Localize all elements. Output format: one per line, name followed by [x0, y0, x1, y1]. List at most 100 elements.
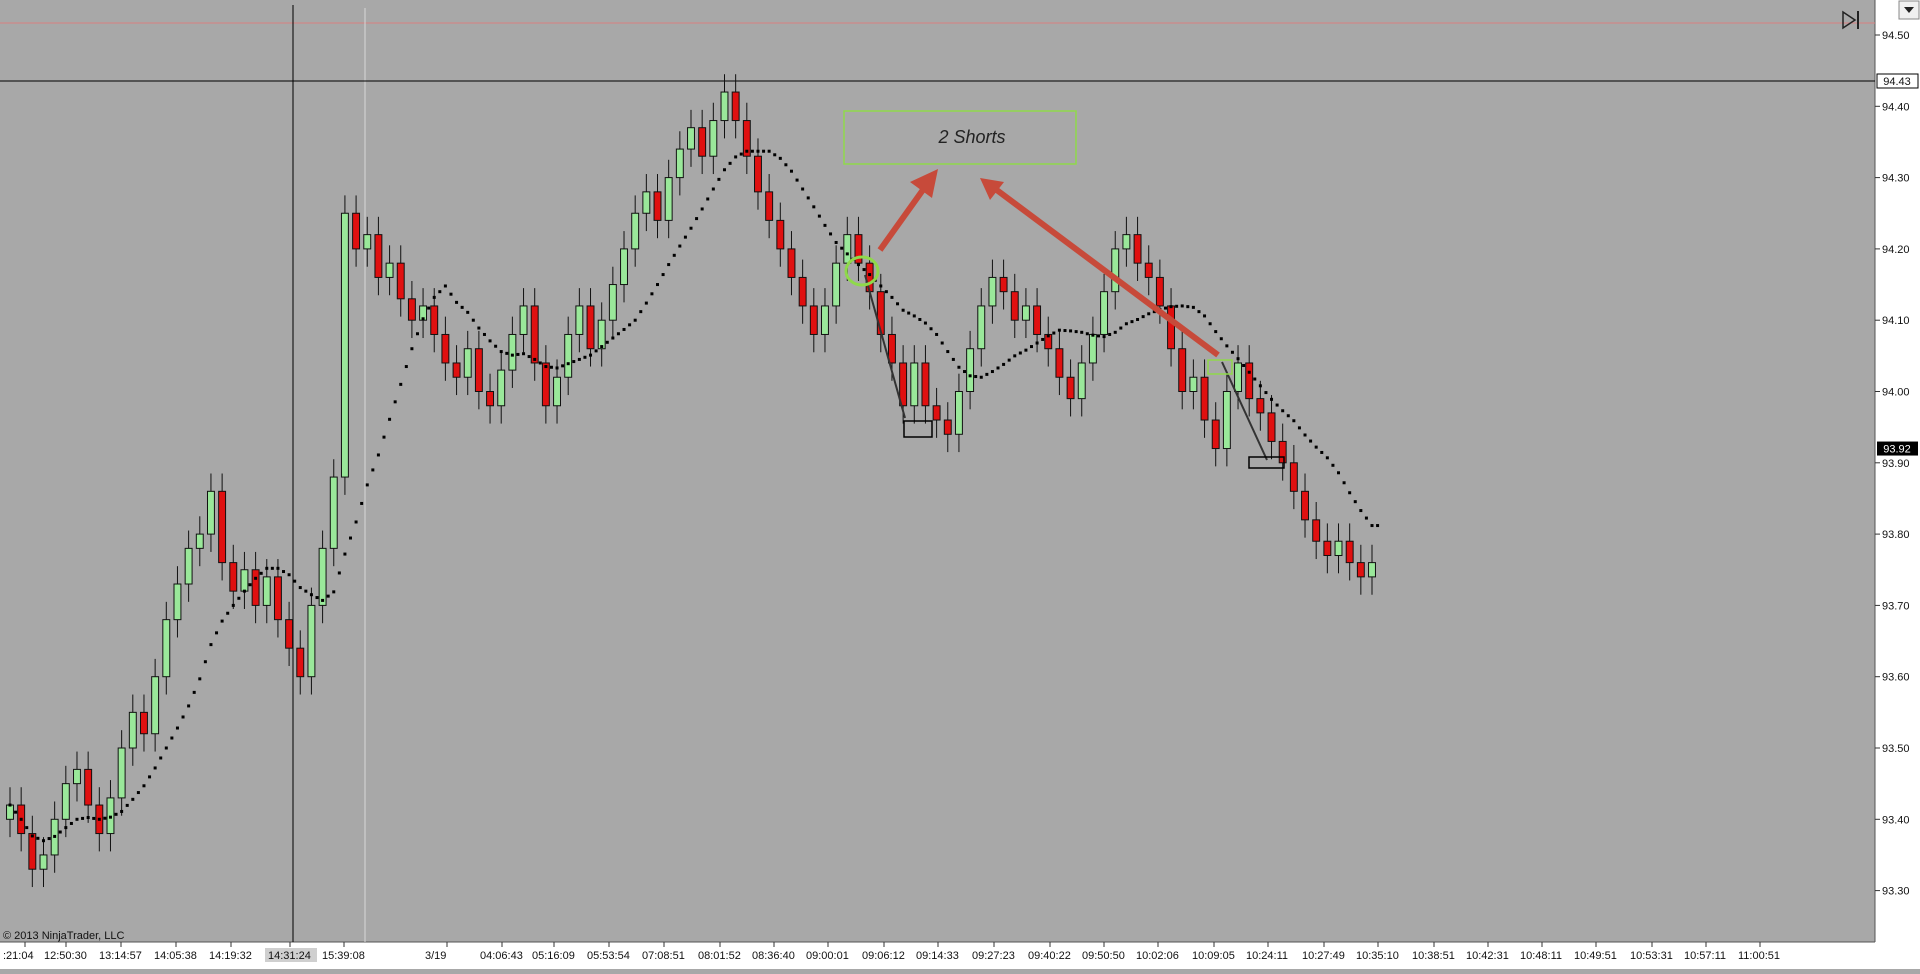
- moving-average-point: [287, 573, 291, 577]
- moving-average-point: [248, 583, 252, 587]
- candle-up: [575, 305, 584, 335]
- candle-down: [1178, 348, 1187, 392]
- moving-average-point: [19, 817, 23, 821]
- candle-down: [296, 647, 305, 678]
- moving-average-point: [471, 318, 475, 322]
- candle-down: [352, 212, 361, 250]
- moving-average-point: [192, 690, 196, 694]
- moving-average-point: [1208, 322, 1212, 326]
- moving-average-point: [81, 816, 85, 820]
- moving-average-point: [689, 226, 693, 230]
- moving-average-point: [1141, 315, 1145, 319]
- moving-average-point: [136, 791, 140, 795]
- moving-average-point: [1041, 337, 1045, 341]
- candle-up: [206, 490, 215, 535]
- moving-average-point: [1013, 354, 1017, 358]
- candle-down: [698, 127, 707, 157]
- moving-average-point: [354, 520, 358, 524]
- moving-average-point: [53, 834, 57, 838]
- price-tick-label: 94.40: [1882, 101, 1910, 113]
- moving-average-point: [1236, 357, 1240, 361]
- moving-average-point: [215, 631, 219, 635]
- moving-average-point: [890, 295, 894, 299]
- candle-up: [1222, 391, 1231, 450]
- candle-down: [1312, 519, 1321, 542]
- moving-average-point: [611, 336, 615, 340]
- moving-average-point: [477, 326, 481, 330]
- moving-average-point: [533, 357, 537, 361]
- moving-average-point: [951, 357, 955, 361]
- candle-up: [1368, 562, 1376, 578]
- price-tick-label: 93.30: [1882, 886, 1910, 898]
- moving-average-point: [711, 187, 715, 191]
- time-tick-label: 10:35:10: [1356, 950, 1399, 962]
- time-tick-label: 14:31:24: [268, 950, 311, 962]
- moving-average-point: [856, 263, 860, 267]
- time-tick-label: 14:05:38: [154, 950, 197, 962]
- moving-average-point: [349, 536, 352, 540]
- moving-average-point: [1342, 481, 1346, 485]
- moving-average-point: [1359, 509, 1363, 513]
- time-tick-label: 08:36:40: [752, 950, 795, 962]
- moving-average-point: [683, 235, 687, 239]
- moving-average-point: [522, 352, 526, 356]
- candle-down: [1200, 376, 1209, 421]
- moving-average-point: [957, 365, 961, 369]
- candle-up: [1100, 291, 1109, 335]
- candle-down: [999, 276, 1008, 293]
- time-tick-label: 11:00:51: [1738, 950, 1780, 962]
- time-tick-label: 09:06:12: [862, 950, 905, 962]
- time-tick-label: :21:04: [3, 950, 34, 962]
- candle-up: [463, 348, 472, 378]
- candle-down: [1323, 540, 1332, 556]
- moving-average-point: [862, 268, 866, 272]
- candle-down: [452, 362, 461, 378]
- moving-average-point: [164, 746, 168, 750]
- moving-average-point: [449, 292, 453, 296]
- moving-average-point: [36, 836, 40, 840]
- moving-average-point: [622, 327, 626, 331]
- price-chart[interactable]: 2 Shorts 94.50 94.40 94.30 94.20 94.10 94.00 9…: [0, 0, 1920, 969]
- chart-root[interactable]: 2 Shorts 94.50 94.40 94.30 94.20 94.10 94.00 9…: [0, 0, 1920, 969]
- moving-average-point: [432, 295, 436, 299]
- moving-average-point: [1002, 362, 1006, 366]
- moving-average-point: [706, 197, 710, 201]
- crosshair-price-label: 94.43: [1876, 73, 1919, 89]
- moving-average-point: [1018, 351, 1022, 355]
- moving-average-point: [1242, 363, 1246, 367]
- candle-up: [195, 533, 204, 549]
- candle-up: [608, 284, 617, 321]
- moving-average-point: [499, 350, 503, 354]
- moving-average-point: [946, 350, 950, 354]
- candle-up: [128, 711, 137, 749]
- price-tick-label: 94.00: [1882, 387, 1910, 399]
- moving-average-point: [1035, 341, 1039, 345]
- moving-average-point: [41, 839, 45, 843]
- price-tick-label: 94.50: [1882, 30, 1910, 42]
- candle-up: [988, 276, 997, 307]
- moving-average-point: [1258, 384, 1262, 388]
- candle-down: [1167, 305, 1176, 350]
- moving-average-point: [1331, 463, 1335, 467]
- moving-average-point: [1130, 320, 1134, 324]
- moving-average-point: [544, 365, 548, 369]
- moving-average-point: [282, 570, 286, 574]
- moving-average-point: [64, 826, 68, 830]
- moving-average-point: [326, 594, 330, 598]
- moving-average-point: [1297, 426, 1301, 430]
- candle-down: [140, 711, 148, 735]
- scroll-corner-button[interactable]: [1898, 0, 1920, 20]
- candle-up: [564, 333, 573, 378]
- moving-average-point: [410, 347, 414, 351]
- candle-down: [865, 262, 874, 293]
- candle-down: [407, 298, 416, 321]
- candle-up: [497, 369, 506, 407]
- candle-up: [39, 854, 48, 870]
- moving-average-point: [728, 161, 732, 165]
- moving-average-point: [505, 351, 509, 355]
- moving-average-point: [644, 301, 648, 305]
- moving-average-point: [901, 308, 905, 312]
- candle-down: [285, 619, 294, 649]
- candle-down: [1066, 376, 1075, 400]
- candle-down: [530, 305, 539, 364]
